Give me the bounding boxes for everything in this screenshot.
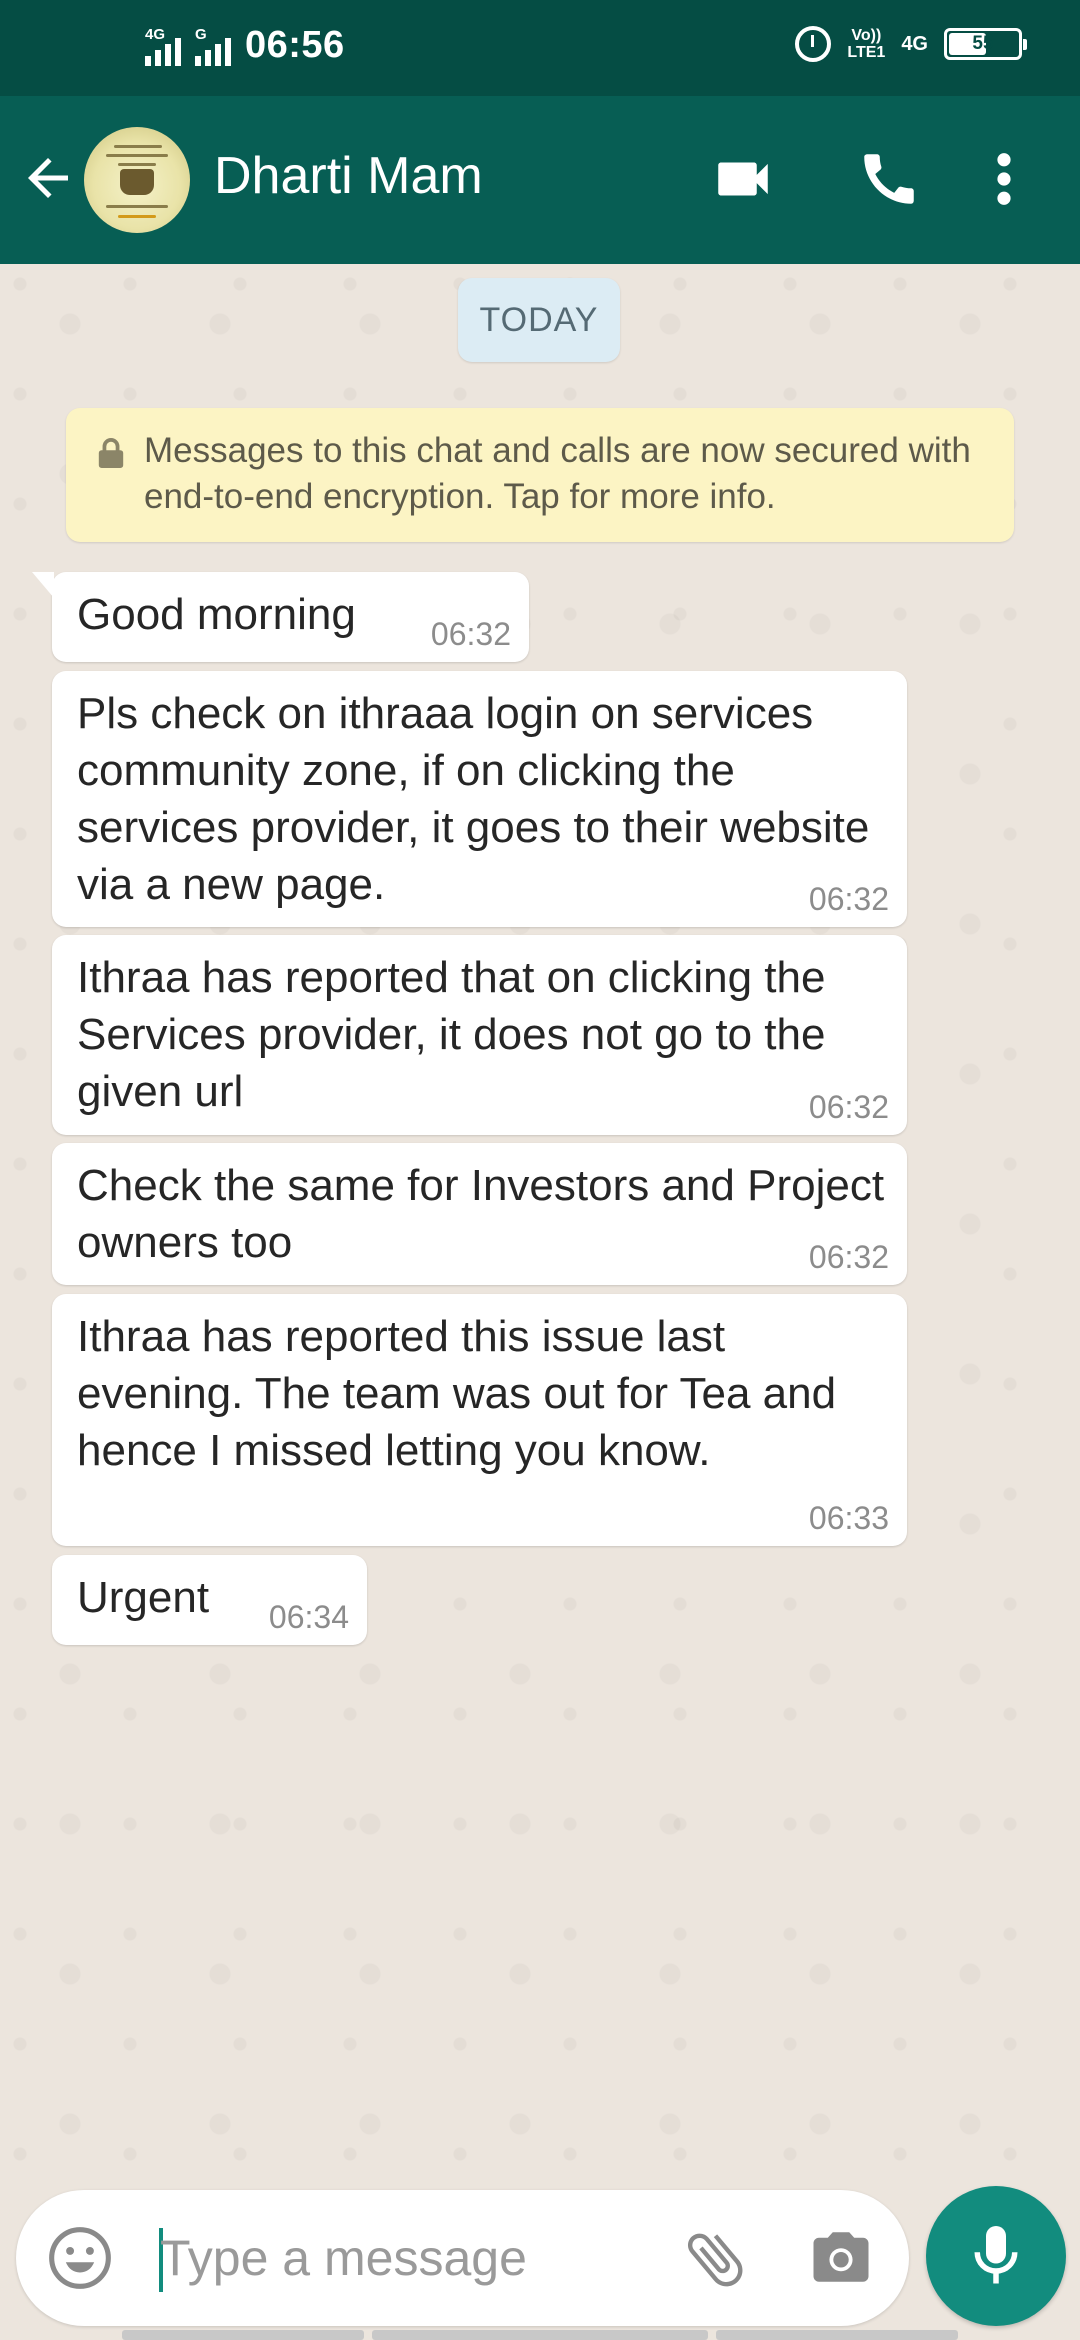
message-time: 06:34 (268, 1599, 349, 1635)
nav-hint-middle (372, 2330, 708, 2340)
status-left: 4G G 06:56 (145, 24, 345, 67)
message-text: Check the same for Investors and Project… (77, 1161, 885, 1267)
voice-call-button[interactable] (856, 146, 922, 212)
encryption-notice[interactable]: Messages to this chat and calls are now … (66, 408, 1014, 542)
back-button[interactable] (18, 148, 78, 208)
network-type-1: 4G (145, 25, 166, 43)
volte-label: Vo)) (851, 27, 882, 44)
message-time: 06:33 (808, 1500, 889, 1536)
camera-button[interactable] (808, 2226, 874, 2288)
paperclip-icon (688, 2233, 743, 2287)
lte-label: LTE1 (847, 44, 886, 61)
contact-name[interactable]: Dharti Mam (214, 146, 483, 206)
message-bubble[interactable]: Good morning 06:32 (32, 572, 529, 662)
message-time: 06:32 (808, 1089, 889, 1125)
emoji-button[interactable] (46, 2224, 114, 2292)
camera-icon (813, 2232, 869, 2282)
arrow-left-icon (28, 158, 68, 198)
status-bar: 4G G 06:56 Vo)) LTE1 4G 55 (0, 0, 1080, 96)
nav-hint-right (716, 2330, 958, 2340)
nav-hint-left (122, 2330, 364, 2340)
battery-level: 55 (972, 33, 994, 54)
message-input[interactable] (140, 2218, 640, 2298)
message-bubble[interactable]: Pls check on ithraaa login on services c… (52, 671, 907, 927)
message-time: 06:32 (430, 616, 511, 652)
phone-icon (864, 154, 914, 204)
message-time: 06:32 (808, 881, 889, 917)
attach-button[interactable] (680, 2224, 750, 2294)
message-bubble[interactable]: Urgent 06:34 (52, 1555, 367, 1645)
volte-indicator: Vo)) LTE1 (847, 27, 885, 61)
signal-strength-1-icon: 4G (145, 26, 181, 66)
signal-strength-2-icon: G (195, 26, 231, 66)
video-camera-icon (718, 162, 768, 196)
message-bubble[interactable]: Ithraa has reported that on clicking the… (52, 935, 907, 1135)
status-time: 06:56 (245, 24, 345, 66)
status-right: Vo)) LTE1 4G 55 (795, 26, 1027, 62)
date-chip: TODAY (458, 278, 620, 362)
message-composer (16, 2190, 909, 2326)
emoji-icon (49, 2227, 111, 2289)
alarm-icon (795, 26, 832, 62)
message-text: Ithraa has reported this issue last even… (77, 1312, 837, 1475)
message-bubble[interactable]: Ithraa has reported this issue last even… (52, 1294, 907, 1546)
more-options-button[interactable] (982, 146, 1026, 212)
video-call-button[interactable] (710, 146, 776, 212)
chat-header: Dharti Mam (0, 96, 1080, 264)
network-type-right: 4G (901, 32, 928, 55)
battery-icon: 55 (944, 28, 1027, 60)
chat-area[interactable]: TODAY Messages to this chat and calls ar… (0, 264, 1080, 2184)
message-text: Ithraa has reported that on clicking the… (77, 953, 826, 1116)
more-vertical-icon (997, 153, 1011, 205)
message-text: Pls check on ithraaa login on services c… (77, 689, 870, 909)
microphone-icon (974, 2226, 1018, 2284)
encryption-notice-text: Messages to this chat and calls are now … (144, 431, 971, 516)
network-type-2: G (195, 25, 207, 43)
voice-message-button[interactable] (926, 2186, 1066, 2326)
avatar[interactable] (84, 127, 190, 233)
message-bubble[interactable]: Check the same for Investors and Project… (52, 1143, 907, 1285)
lock-icon (98, 438, 124, 468)
message-time: 06:32 (808, 1239, 889, 1275)
